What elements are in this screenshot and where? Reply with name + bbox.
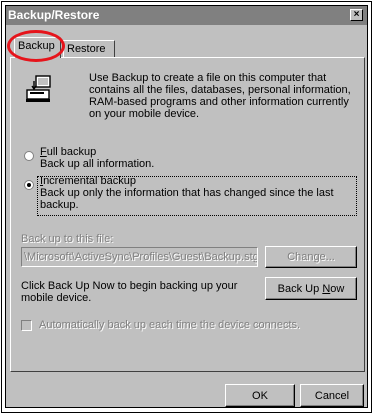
backup-restore-dialog: Backup/Restore × Backup Restore Use Back… [5,5,368,408]
full-backup-radio[interactable] [24,151,34,161]
back-up-now-button[interactable]: Back Up Now [265,277,357,300]
back-up-now-rest: ow [330,283,345,295]
radio-selected-dot [27,183,31,187]
intro-text: Use Backup to create a file on this comp… [89,72,351,120]
cancel-button[interactable]: Cancel [300,384,364,407]
backup-file-path-field[interactable]: \Microsoft\ActiveSync\Profiles\Guest\Bac… [21,247,258,267]
dialog-title: Backup/Restore [8,8,100,22]
back-up-now-prefix: Back Up [277,283,323,295]
tab-backup[interactable]: Backup [14,37,61,58]
tab-backup-label: Backup [18,40,55,52]
close-icon: × [353,9,360,20]
ok-button[interactable]: OK [225,384,295,407]
change-button[interactable]: Change... [265,246,357,268]
backup-tab-panel: Use Backup to create a file on this comp… [10,57,365,372]
title-bar: Backup/Restore × [6,6,367,25]
close-button[interactable]: × [350,9,363,21]
tab-restore-label: Restore [67,43,106,55]
incremental-backup-radio[interactable] [24,180,34,190]
incremental-backup-title-rest: ncremental backup [43,175,137,187]
auto-backup-checkbox[interactable] [21,320,32,331]
incremental-backup-title[interactable]: Incremental backup [40,175,136,187]
incremental-backup-description: Back up only the information that has ch… [40,187,334,211]
backup-computer-icon [26,75,51,102]
backup-file-label: Back up to this file: [21,233,114,245]
auto-backup-label: Automatically back up each time the devi… [39,319,301,331]
full-backup-description: Back up all information. [40,158,155,170]
backup-now-instruction: Click Back Up Now to begin backing up yo… [21,280,238,304]
full-backup-mnemonic: F [40,146,47,158]
tab-restore[interactable]: Restore [63,40,115,58]
full-backup-title[interactable]: Full backup [40,146,96,158]
full-backup-title-rest: ull backup [46,146,97,158]
